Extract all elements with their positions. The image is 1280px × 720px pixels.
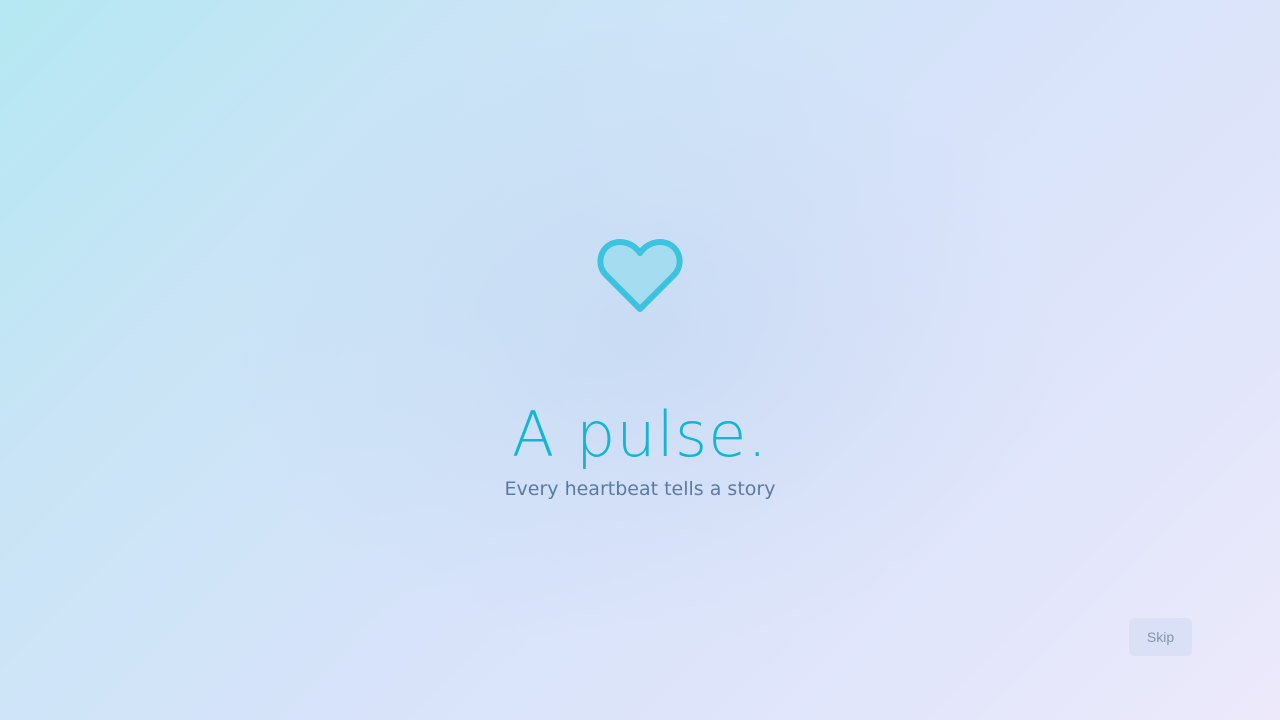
- splash-title: A pulse.: [511, 398, 769, 471]
- splash-subtitle: Every heartbeat tells a story: [504, 478, 776, 500]
- background-glow: [0, 0, 1280, 720]
- skip-button[interactable]: Skip: [1129, 618, 1192, 656]
- heart-icon: [596, 234, 684, 316]
